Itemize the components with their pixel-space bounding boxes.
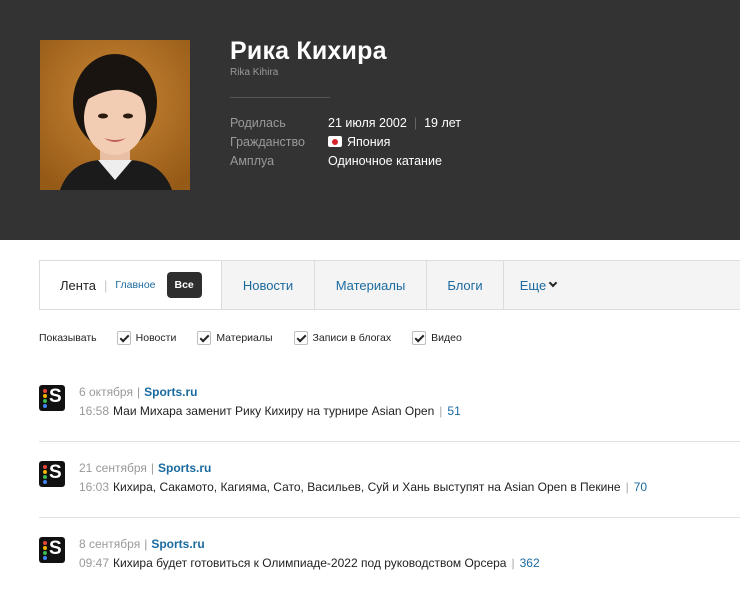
news-date: 21 сентября bbox=[79, 461, 147, 475]
japan-flag-icon bbox=[328, 136, 342, 147]
filter-materials-label: Материалы bbox=[216, 332, 273, 344]
comments-count-link[interactable]: 51 bbox=[447, 404, 460, 418]
filters-label: Показывать bbox=[39, 332, 97, 344]
separator: | bbox=[103, 277, 108, 293]
sports-ru-logo-icon: S bbox=[39, 537, 65, 563]
comments-count-link[interactable]: 70 bbox=[634, 480, 647, 494]
filter-blog-posts[interactable]: Записи в блогах bbox=[293, 331, 392, 345]
news-date: 6 октября bbox=[79, 385, 133, 399]
chevron-down-icon bbox=[548, 278, 558, 288]
tab-blogs[interactable]: Блоги bbox=[427, 261, 504, 309]
athlete-name: Рика Кихира bbox=[230, 37, 387, 65]
filter-main-link[interactable]: Главное bbox=[115, 279, 155, 291]
athlete-latin-name: Rika Kihira bbox=[230, 67, 279, 78]
news-meta: 8 сентября | Sports.ru bbox=[79, 537, 205, 551]
role-value: Одиночное катание bbox=[328, 154, 442, 168]
citizenship-value: Япония bbox=[328, 135, 390, 149]
news-headline: 16:58 Маи Михара заменит Рику Кихиру на т… bbox=[79, 404, 461, 418]
news-title-link[interactable]: Маи Михара заменит Рику Кихиру на турнир… bbox=[113, 404, 434, 418]
separator: | bbox=[413, 116, 418, 130]
news-divider bbox=[39, 441, 740, 442]
filter-news-label: Новости bbox=[135, 332, 177, 344]
tab-feed-label[interactable]: Лента bbox=[60, 278, 96, 293]
born-date: 21 июля 2002 bbox=[328, 116, 407, 130]
profile-header: Рика Кихира Rika Kihira Родилась 21 июля… bbox=[0, 0, 740, 240]
age: 19 лет bbox=[424, 116, 461, 130]
news-source-link[interactable]: Sports.ru bbox=[151, 537, 204, 551]
content-filters: Показывать Новости Материалы Записи в бл… bbox=[39, 330, 483, 346]
filter-video[interactable]: Видео bbox=[412, 331, 462, 345]
news-divider bbox=[39, 517, 740, 518]
news-meta: 21 сентября | Sports.ru bbox=[79, 461, 212, 475]
checkbox-checked-icon[interactable] bbox=[116, 331, 131, 345]
checkbox-checked-icon[interactable] bbox=[197, 331, 212, 345]
news-meta: 6 октября | Sports.ru bbox=[79, 385, 198, 399]
news-title-link[interactable]: Кихира будет готовиться к Олимпиаде-2022… bbox=[113, 556, 506, 570]
checkbox-checked-icon[interactable] bbox=[412, 331, 427, 345]
news-headline: 16:03 Кихира, Сакамото, Кагияма, Сато, Ва… bbox=[79, 480, 648, 494]
news-time: 09:47 bbox=[79, 556, 110, 570]
news-headline: 09:47 Кихира будет готовиться к Олимпиаде… bbox=[79, 556, 540, 570]
filter-all-button[interactable]: Все bbox=[166, 272, 202, 298]
tab-more[interactable]: Еще bbox=[504, 261, 572, 309]
filter-video-label: Видео bbox=[431, 332, 462, 344]
news-title-link[interactable]: Кихира, Сакамото, Кагияма, Сато, Василье… bbox=[113, 480, 621, 494]
comments-count-link[interactable]: 362 bbox=[520, 556, 540, 570]
filter-materials[interactable]: Материалы bbox=[197, 331, 273, 345]
citizenship-label: Гражданство bbox=[230, 135, 305, 149]
citizenship-country: Япония bbox=[347, 135, 391, 149]
filter-blog-posts-label: Записи в блогах bbox=[312, 332, 392, 344]
born-label: Родилась bbox=[230, 116, 286, 130]
sports-ru-logo-icon: S bbox=[39, 461, 65, 487]
news-date: 8 сентября bbox=[79, 537, 141, 551]
tab-materials[interactable]: Материалы bbox=[315, 261, 427, 309]
born-value: 21 июля 2002 | 19 лет bbox=[328, 116, 461, 130]
header-divider bbox=[230, 97, 330, 98]
role-label: Амплуа bbox=[230, 154, 275, 168]
news-time: 16:03 bbox=[79, 480, 110, 494]
tab-more-label: Еще bbox=[519, 277, 547, 293]
sports-ru-logo-icon: S bbox=[39, 385, 65, 411]
tab-feed: Лента | Главное Все bbox=[40, 261, 222, 309]
tab-news[interactable]: Новости bbox=[222, 261, 315, 309]
checkbox-checked-icon[interactable] bbox=[293, 331, 308, 345]
section-tabs: Лента | Главное Все Новости Материалы Бл… bbox=[39, 260, 740, 310]
news-source-link[interactable]: Sports.ru bbox=[158, 461, 211, 475]
filter-news[interactable]: Новости bbox=[116, 331, 177, 345]
news-source-link[interactable]: Sports.ru bbox=[144, 385, 197, 399]
news-time: 16:58 bbox=[79, 404, 110, 418]
athlete-photo bbox=[40, 40, 190, 190]
